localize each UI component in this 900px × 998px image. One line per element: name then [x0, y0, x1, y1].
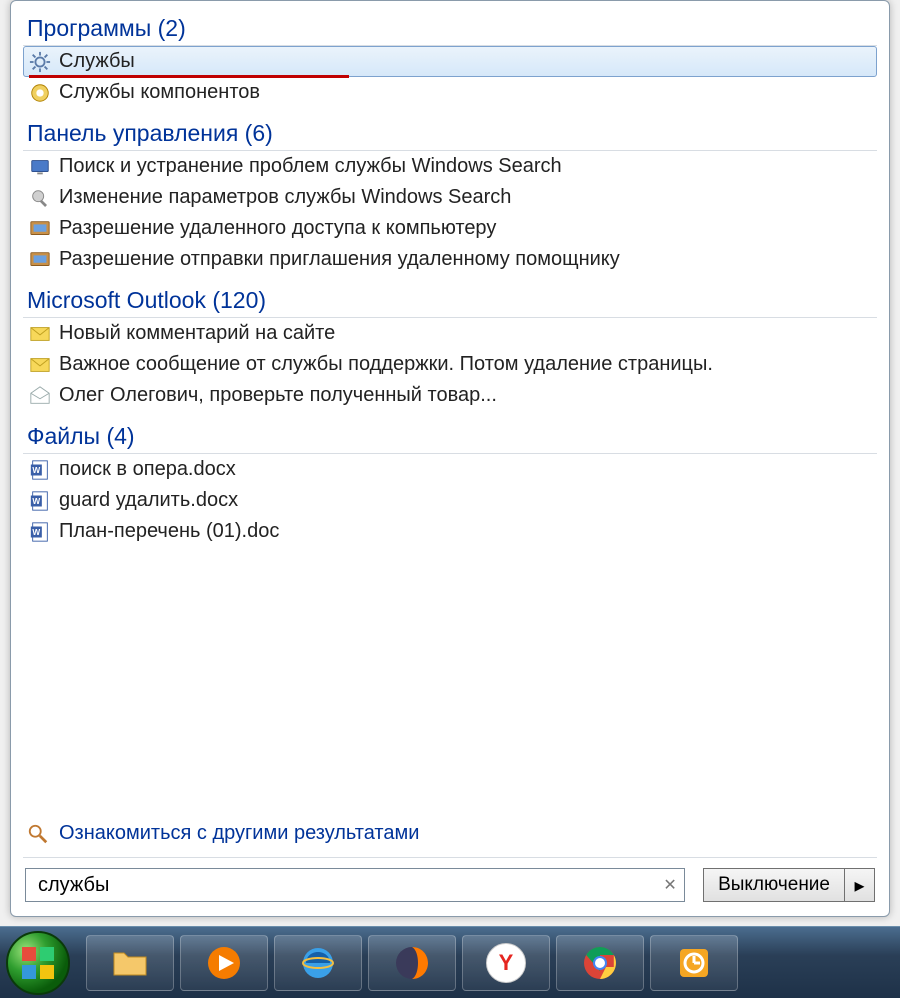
internet-explorer-icon	[298, 943, 338, 983]
taskbar: Y	[0, 926, 900, 998]
mail-icon	[29, 354, 51, 376]
shutdown-button[interactable]: Выключение	[703, 868, 845, 902]
result-label: Олег Олегович, проверьте полученный това…	[59, 384, 497, 407]
shutdown-label: Выключение	[718, 874, 830, 896]
svg-text:W: W	[32, 496, 40, 505]
taskbar-yandex[interactable]: Y	[462, 935, 550, 991]
result-cp-1[interactable]: Поиск и устранение проблем службы Window…	[23, 151, 877, 182]
yandex-icon: Y	[486, 943, 526, 983]
result-label: Службы	[59, 50, 135, 73]
remote-assistance-icon	[29, 249, 51, 271]
start-menu-search-panel: Программы (2) Службы Службы компонентов …	[10, 0, 890, 917]
result-file-2[interactable]: W guard удалить.docx	[23, 485, 877, 516]
indexing-icon	[29, 187, 51, 209]
mail-icon	[29, 323, 51, 345]
search-input[interactable]	[36, 873, 660, 898]
chevron-right-icon: ▸	[854, 873, 864, 898]
result-mail-1[interactable]: Новый комментарий на сайте	[23, 318, 877, 349]
result-services[interactable]: Службы	[23, 46, 877, 77]
gear-icon	[29, 51, 51, 73]
result-file-3[interactable]: W План-перечень (01).doc	[23, 516, 877, 547]
mail-open-icon	[29, 385, 51, 407]
outlook-icon	[674, 943, 714, 983]
category-files-header: Файлы (4)	[23, 417, 877, 454]
taskbar-media-player[interactable]	[180, 935, 268, 991]
result-label: План-перечень (01).doc	[59, 520, 279, 543]
result-cp-4[interactable]: Разрешение отправки приглашения удаленно…	[23, 244, 877, 275]
result-label: Новый комментарий на сайте	[59, 322, 335, 345]
taskbar-outlook[interactable]	[650, 935, 738, 991]
result-file-1[interactable]: W поиск в опера.docx	[23, 454, 877, 485]
see-more-results[interactable]: Ознакомиться с другими результатами	[23, 814, 877, 857]
search-dog-icon	[27, 823, 49, 845]
svg-text:W: W	[32, 465, 40, 474]
result-component-services[interactable]: Службы компонентов	[23, 77, 877, 108]
troubleshoot-icon	[29, 156, 51, 178]
taskbar-ie[interactable]	[274, 935, 362, 991]
result-label: Разрешение удаленного доступа к компьюте…	[59, 217, 496, 240]
folder-icon	[110, 943, 150, 983]
result-label: Разрешение отправки приглашения удаленно…	[59, 248, 620, 271]
component-services-icon	[29, 82, 51, 104]
result-label: Службы компонентов	[59, 81, 260, 104]
remote-access-icon	[29, 218, 51, 240]
svg-text:W: W	[32, 527, 40, 536]
category-control-panel-header: Панель управления (6)	[23, 114, 877, 151]
taskbar-firefox[interactable]	[368, 935, 456, 991]
category-programs-header: Программы (2)	[23, 9, 877, 46]
shutdown-options-button[interactable]: ▸	[845, 868, 875, 902]
result-label: Поиск и устранение проблем службы Window…	[59, 155, 562, 178]
shutdown-group: Выключение ▸	[703, 868, 875, 902]
media-player-icon	[204, 943, 244, 983]
taskbar-chrome[interactable]	[556, 935, 644, 991]
word-doc-icon: W	[29, 459, 51, 481]
search-box[interactable]: ✕	[25, 868, 685, 902]
start-button[interactable]	[6, 931, 70, 995]
more-results-label: Ознакомиться с другими результатами	[59, 822, 419, 845]
windows-logo-icon	[18, 943, 58, 983]
chrome-icon	[580, 943, 620, 983]
word-doc-icon: W	[29, 521, 51, 543]
category-outlook-header: Microsoft Outlook (120)	[23, 281, 877, 318]
result-cp-2[interactable]: Изменение параметров службы Windows Sear…	[23, 182, 877, 213]
taskbar-explorer[interactable]	[86, 935, 174, 991]
result-mail-3[interactable]: Олег Олегович, проверьте полученный това…	[23, 380, 877, 411]
result-label: Важное сообщение от службы поддержки. По…	[59, 353, 713, 376]
result-cp-3[interactable]: Разрешение удаленного доступа к компьюте…	[23, 213, 877, 244]
result-label: Изменение параметров службы Windows Sear…	[59, 186, 511, 209]
result-label: guard удалить.docx	[59, 489, 238, 512]
word-doc-icon: W	[29, 490, 51, 512]
clear-search-icon[interactable]: ✕	[660, 875, 680, 895]
spacer	[23, 547, 877, 814]
result-label: поиск в опера.docx	[59, 458, 236, 481]
firefox-icon	[392, 943, 432, 983]
bottom-row: ✕ Выключение ▸	[23, 857, 877, 904]
result-mail-2[interactable]: Важное сообщение от службы поддержки. По…	[23, 349, 877, 380]
